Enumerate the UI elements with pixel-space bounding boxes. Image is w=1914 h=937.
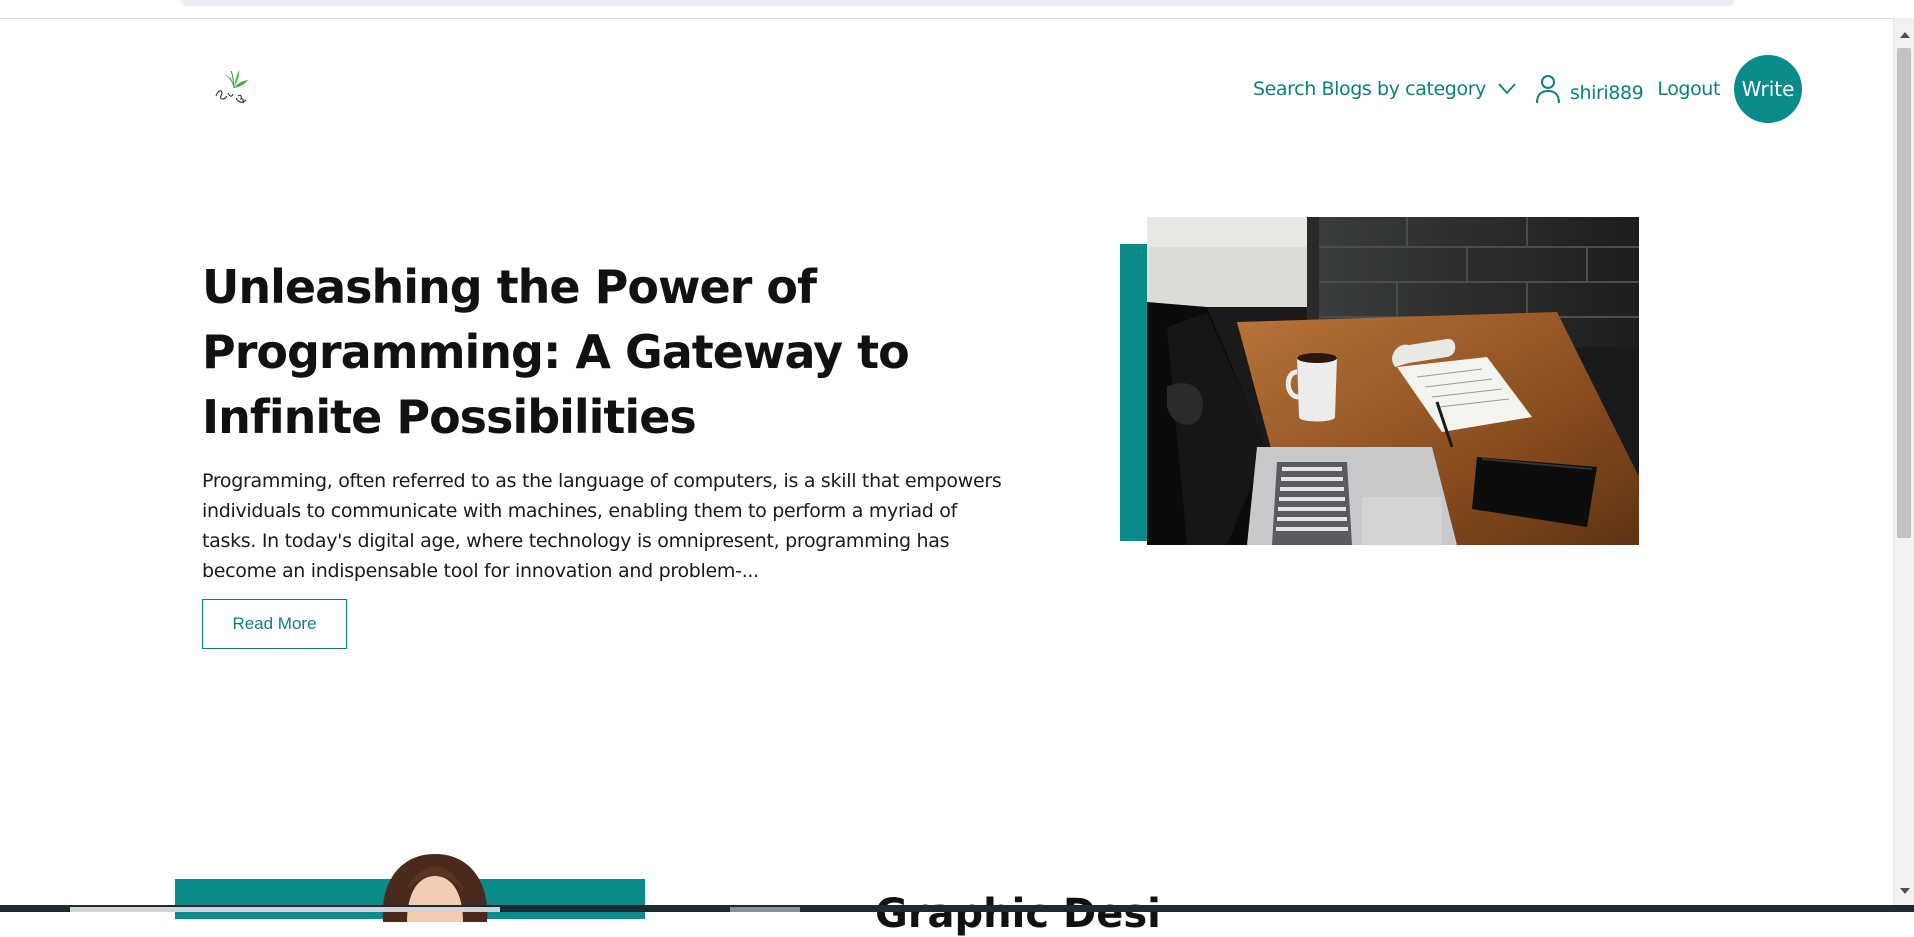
scrollbar-thumb[interactable] xyxy=(1897,48,1911,538)
top-navigation: Search Blogs by category shiri889 Logout… xyxy=(1253,55,1802,123)
featured-post-image-block xyxy=(1120,217,1639,545)
image-accent-bar xyxy=(1120,244,1148,541)
second-post-preview: Graphic Desi xyxy=(175,850,1715,934)
featured-post-excerpt: Programming, often referred to as the la… xyxy=(202,470,1002,582)
logout-link[interactable]: Logout xyxy=(1657,78,1720,100)
site-logo[interactable] xyxy=(210,60,258,108)
laptop-desk-photo xyxy=(1147,217,1639,545)
taskbar-item[interactable] xyxy=(70,907,500,912)
taskbar-item[interactable] xyxy=(730,907,800,912)
featured-post-image[interactable] xyxy=(1147,217,1639,545)
featured-post-title[interactable]: Unleashing the Power of Programming: A G… xyxy=(202,255,1022,450)
leaf-logo-icon xyxy=(215,70,248,104)
category-dropdown-label: Search Blogs by category xyxy=(1252,78,1486,100)
vertical-scrollbar[interactable] xyxy=(1893,18,1914,912)
taskbar-strip xyxy=(0,905,1914,912)
browser-top-bar xyxy=(0,0,1914,19)
read-more-button[interactable]: Read More xyxy=(202,599,347,649)
second-post-title[interactable]: Graphic Desi xyxy=(875,894,1161,934)
scroll-down-arrow-icon[interactable] xyxy=(1900,888,1910,894)
user-icon xyxy=(1535,75,1560,104)
scroll-up-arrow-icon[interactable] xyxy=(1900,32,1910,38)
address-bar[interactable] xyxy=(180,0,1735,6)
username-label: shiri889 xyxy=(1569,82,1644,104)
user-profile[interactable]: shiri889 xyxy=(1534,73,1644,105)
write-button[interactable]: Write xyxy=(1734,55,1802,123)
chevron-down-icon xyxy=(1498,83,1516,95)
category-dropdown[interactable]: Search Blogs by category xyxy=(1253,78,1516,100)
